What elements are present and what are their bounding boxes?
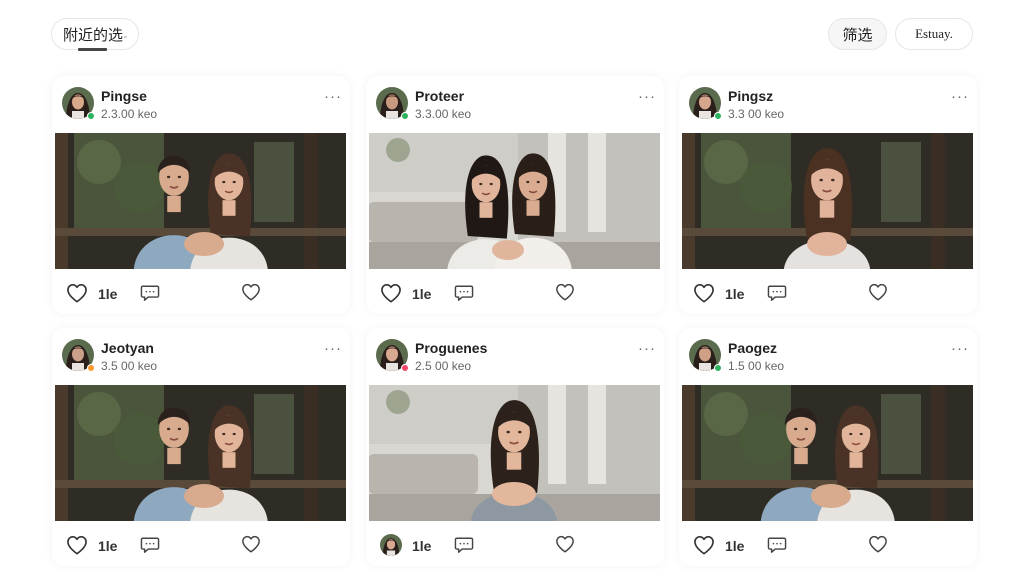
sort-button[interactable]: Estuay. [895, 18, 973, 50]
top-bar: 附近的选 ▫ 筛选 Estuay. [0, 0, 1024, 60]
tab-nearby-label: 附近的选 [63, 26, 124, 44]
online-status-dot [87, 112, 95, 120]
heart-outline-icon [242, 535, 260, 553]
heart-icon [694, 284, 714, 303]
comment-button[interactable] [140, 284, 160, 302]
away-status-dot [87, 364, 95, 372]
heart-outline-icon [869, 283, 887, 301]
liker-avatar [380, 534, 402, 556]
heart-outline-icon [242, 283, 260, 301]
heart-outline-icon [556, 535, 574, 553]
post-header: Pingsz 3.3 00 keo ··· [679, 76, 977, 126]
heart-icon [67, 284, 87, 303]
comment-button[interactable] [454, 284, 474, 302]
post-card[interactable]: Jeotyan 3.5 00 keo ··· 1le [52, 328, 350, 566]
post-header: Proteer 3.3.00 keo ··· [366, 76, 664, 126]
post-header: Proguenes 2.5 00 keo ··· [366, 328, 664, 378]
tab-nearby[interactable]: 附近的选 ▫ [51, 18, 139, 50]
user-name[interactable]: Pingsz [728, 88, 773, 104]
more-options-icon[interactable]: ··· [324, 340, 342, 357]
comment-icon [767, 285, 787, 301]
post-actions: 1le [52, 528, 350, 562]
more-options-icon[interactable]: ··· [951, 88, 969, 105]
post-card[interactable]: Proteer 3.3.00 keo ··· 1le [366, 76, 664, 314]
heart-icon [381, 284, 401, 303]
comment-icon [140, 285, 160, 301]
comment-button[interactable] [767, 284, 787, 302]
post-photo[interactable] [54, 384, 347, 522]
favorite-button[interactable] [868, 535, 888, 553]
filter-button-label: 筛选 [842, 26, 873, 44]
favorite-button[interactable] [555, 535, 575, 553]
heart-outline-icon [556, 283, 574, 301]
like-count: 1le [725, 538, 745, 554]
online-status-dot [714, 112, 722, 120]
favorite-button[interactable] [868, 283, 888, 301]
more-options-icon[interactable]: ··· [638, 88, 656, 105]
more-options-icon[interactable]: ··· [638, 340, 656, 357]
tab-active-indicator [78, 48, 107, 51]
post-card[interactable]: Paogez 1.5 00 keo ··· 1le [679, 328, 977, 566]
like-button[interactable] [693, 283, 715, 303]
like-button[interactable] [380, 534, 402, 556]
post-actions: 1le [366, 276, 664, 310]
favorite-button[interactable] [241, 535, 261, 553]
post-actions: 1le [679, 528, 977, 562]
post-actions: 1le [366, 528, 664, 562]
busy-status-dot [401, 364, 409, 372]
user-meta: 3.3 00 keo [728, 107, 785, 121]
user-name[interactable]: Paogez [728, 340, 777, 356]
more-options-icon[interactable]: ··· [324, 88, 342, 105]
like-button[interactable] [693, 535, 715, 555]
post-photo[interactable] [368, 384, 661, 522]
post-actions: 1le [679, 276, 977, 310]
comment-icon [767, 537, 787, 553]
heart-icon [694, 536, 714, 555]
comment-icon [454, 537, 474, 553]
post-header: Jeotyan 3.5 00 keo ··· [52, 328, 350, 378]
user-meta: 3.5 00 keo [101, 359, 158, 373]
post-actions: 1le [52, 276, 350, 310]
like-button[interactable] [380, 283, 402, 303]
favorite-button[interactable] [241, 283, 261, 301]
user-name[interactable]: Proguenes [415, 340, 487, 356]
post-header: Pingse 2.3.00 keo ··· [52, 76, 350, 126]
user-name[interactable]: Pingse [101, 88, 147, 104]
sort-button-label: Estuay. [915, 26, 953, 41]
like-button[interactable] [66, 535, 88, 555]
like-button[interactable] [66, 283, 88, 303]
comment-button[interactable] [140, 536, 160, 554]
comment-icon [454, 285, 474, 301]
heart-icon [67, 536, 87, 555]
post-photo[interactable] [54, 132, 347, 270]
more-options-icon[interactable]: ··· [951, 340, 969, 357]
post-card[interactable]: Pingsz 3.3 00 keo ··· 1le [679, 76, 977, 314]
post-card[interactable]: Pingse 2.3.00 keo ··· 1le [52, 76, 350, 314]
user-meta: 3.3.00 keo [415, 107, 472, 121]
comment-button[interactable] [454, 536, 474, 554]
like-count: 1le [725, 286, 745, 302]
user-name[interactable]: Jeotyan [101, 340, 154, 356]
like-count: 1le [98, 286, 118, 302]
post-card[interactable]: Proguenes 2.5 00 keo ··· 1le [366, 328, 664, 566]
heart-outline-icon [869, 535, 887, 553]
favorite-button[interactable] [555, 283, 575, 301]
caret-icon: ▫ [124, 33, 127, 41]
comment-icon [140, 537, 160, 553]
online-status-dot [401, 112, 409, 120]
user-meta: 2.5 00 keo [415, 359, 472, 373]
user-meta: 2.3.00 keo [101, 107, 158, 121]
like-count: 1le [412, 286, 432, 302]
post-photo[interactable] [681, 384, 974, 522]
online-status-dot [714, 364, 722, 372]
post-header: Paogez 1.5 00 keo ··· [679, 328, 977, 378]
post-photo[interactable] [368, 132, 661, 270]
like-count: 1le [412, 538, 432, 554]
post-photo[interactable] [681, 132, 974, 270]
user-name[interactable]: Proteer [415, 88, 464, 104]
like-count: 1le [98, 538, 118, 554]
filter-button[interactable]: 筛选 [828, 18, 887, 50]
comment-button[interactable] [767, 536, 787, 554]
user-meta: 1.5 00 keo [728, 359, 785, 373]
